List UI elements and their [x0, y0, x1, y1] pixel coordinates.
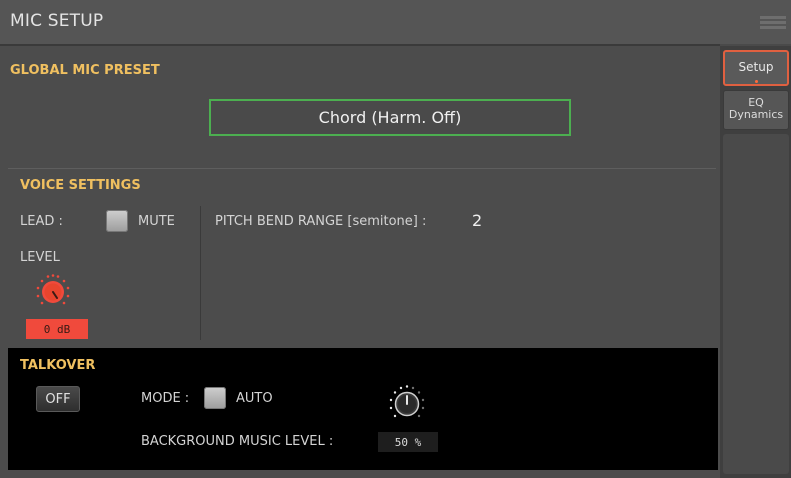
talkover-off-button[interactable]: OFF [36, 386, 80, 412]
divider [8, 168, 716, 169]
background-music-level-knob[interactable] [386, 383, 428, 425]
pitch-bend-value[interactable]: 2 [472, 211, 482, 230]
tab-eq-dynamics[interactable]: EQ Dynamics [723, 90, 789, 130]
level-knob[interactable] [33, 272, 73, 312]
auto-checkbox[interactable] [204, 387, 226, 409]
mic-preset-selector[interactable]: Chord (Harm. Off) [209, 99, 571, 136]
talkover-label: TALKOVER [20, 358, 96, 373]
mute-checkbox[interactable] [106, 210, 128, 232]
global-mic-preset-label: GLOBAL MIC PRESET [10, 63, 160, 78]
tab-setup-label: Setup [738, 60, 774, 74]
voice-settings-label: VOICE SETTINGS [20, 178, 141, 193]
title-bar [0, 0, 791, 44]
background-music-level-label: BACKGROUND MUSIC LEVEL : [141, 434, 334, 449]
mode-label: MODE : [141, 391, 190, 406]
divider [200, 206, 201, 340]
tab-dynamics-label: Dynamics [728, 108, 784, 121]
tab-empty [723, 134, 789, 474]
active-indicator [755, 80, 758, 83]
level-value[interactable]: 0 dB [26, 319, 88, 339]
menu-icon[interactable] [760, 16, 786, 32]
mute-label: MUTE [138, 214, 175, 229]
talkover-panel [8, 348, 718, 470]
level-label: LEVEL [20, 250, 60, 265]
auto-label: AUTO [236, 391, 273, 406]
background-music-level-value[interactable]: 50 % [378, 432, 438, 452]
pitch-bend-label: PITCH BEND RANGE [semitone] : [215, 214, 427, 229]
page-title: MIC SETUP [10, 11, 104, 31]
lead-label: LEAD : [20, 214, 63, 229]
